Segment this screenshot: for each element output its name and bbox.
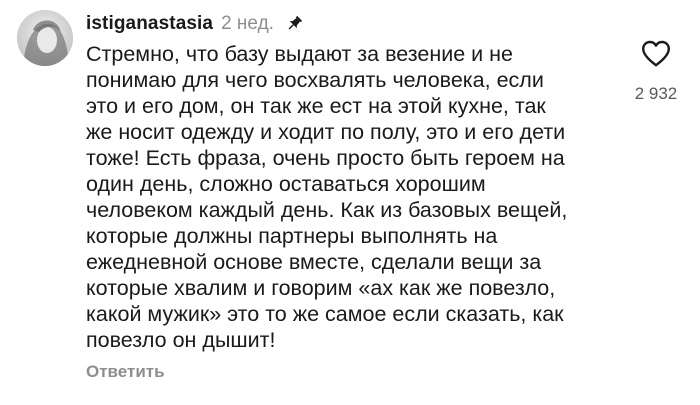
comment-line: понимаю для чего восхвалять человека, ес… [86, 68, 544, 92]
comment-text: Стремно, что базу выдают за везение и не… [86, 41, 616, 353]
avatar[interactable] [17, 10, 73, 66]
timestamp: 2 нед. [221, 13, 274, 34]
comment: istiganastasia 2 нед. Стремно, что базу … [0, 0, 700, 405]
comment-line: человеком каждый день. Как из базовых ве… [86, 198, 568, 222]
comment-header: istiganastasia 2 нед. [86, 9, 304, 39]
like-section: 2 932 [630, 36, 682, 104]
comment-line: какой мужик» это то же самое если сказат… [86, 302, 564, 326]
comment-line: один день, сложно оставаться хорошим [86, 172, 486, 196]
comment-line: которые должны партнеры выполнять на [86, 224, 498, 248]
like-count: 2 932 [634, 84, 678, 103]
comment-line: ежедневной основе вместе, сделали вещи з… [86, 250, 542, 274]
username[interactable]: istiganastasia [86, 13, 213, 35]
comment-line: которые хвалим и говорим «ах как же пове… [86, 276, 556, 300]
comment-line: это и его дом, он так же ест на этой кух… [86, 94, 546, 118]
avatar-image [17, 10, 73, 66]
heart-icon [642, 40, 670, 66]
pin-icon [284, 14, 304, 34]
like-button[interactable] [639, 36, 673, 70]
comment-line: Стремно, что базу выдают за везение и не [86, 42, 513, 66]
comment-line: тоже! Есть фраза, очень просто быть геро… [86, 146, 565, 170]
comment-line: повезло он дышит! [86, 328, 276, 352]
comment-line: же носит одежду и ходит по полу, это и е… [86, 120, 566, 144]
reply-button[interactable]: Ответить [86, 362, 165, 382]
